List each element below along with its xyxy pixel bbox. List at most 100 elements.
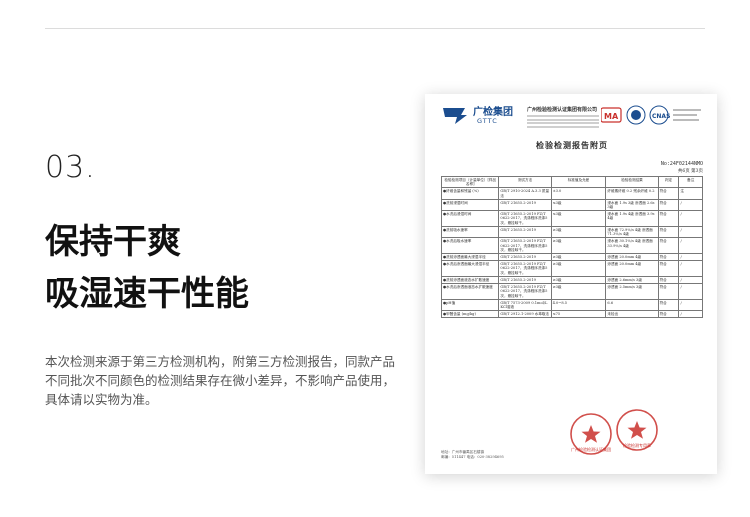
cell-method: GB/T 21655.2-2019 FZ/T 0622-2017，洗涤程序洗涤5… <box>498 210 552 228</box>
report-page: 广检集团 GTTC 广州检验检测认证集团有限公司 MA CNAS 检验检测报告附… <box>440 102 703 319</box>
cell-result: 渗透面 2.6mm/s 3级 <box>605 276 659 285</box>
table-row: ●洗前渗透面液态水扩散速度 GB/T 21655.2-2019 ≥3级 渗透面 … <box>440 276 703 285</box>
cell-standard: ±3.0 <box>550 187 607 200</box>
test-report-image: 广检集团 GTTC 广州检验检测认证集团有限公司 MA CNAS 检验检测报告附… <box>425 94 717 474</box>
table-row: ●pH值 GB/T 7573-2009 0.1mol/L KCl溶液 4.0~8… <box>440 298 703 312</box>
cell-method: GB/T 2912.1-2009 水萃取法 <box>498 310 552 319</box>
cell-method: GB/T 2910-2024 A.3.3 质量法 <box>498 187 552 200</box>
cell-item: ●甲醛含量 (mg/kg) <box>440 310 500 319</box>
gttc-logo-icon <box>443 108 467 124</box>
report-number: No:24F02144NMO <box>660 161 703 167</box>
cell-method: GB/T 21655.2-2019 FZ/T 0622-2017，洗涤程序洗涤5… <box>498 237 552 255</box>
cell-result: 浸水面 1.9s 4级 渗透面 3.9s 4级 <box>605 210 659 228</box>
cell-standard: 4.0~8.5 <box>550 298 607 312</box>
cell-remark: / <box>678 210 703 228</box>
cell-judgement: 符合 <box>657 283 680 300</box>
cell-item: ●洗前浸湿时间 <box>440 198 500 212</box>
cell-remark: / <box>678 276 703 285</box>
col-header-result: 检验检测结果 <box>605 175 659 189</box>
table-row: ●洗前渗透面最大浸湿半径 GB/T 21655.2-2019 ≥3级 渗透面 2… <box>440 253 703 262</box>
section-number: 03. <box>45 150 96 185</box>
org-address-lines <box>527 115 599 128</box>
cell-item: ●水洗后吸水速率 <box>440 237 500 255</box>
report-footer: 地址：广州市番禺区石楼镇 邮编：511447 电话：020-38294695 <box>441 450 504 460</box>
source-note: 本次检测来源于第三方检测机构，附第三方检测报告，同款产品不同批次不同颜色的检测结… <box>45 354 396 407</box>
cell-result: 渗透面 20.0mm 4级 <box>605 253 659 262</box>
cell-judgement: 符合 <box>657 253 680 262</box>
headline-line-2: 吸湿速干性能 <box>45 274 249 314</box>
cell-remark: 注 <box>678 187 703 200</box>
table-row: ●洗前浸湿时间 GB/T 21655.2-2019 ≤3级 浸水面 1.9s 3… <box>440 198 703 212</box>
cell-item: ●纤维含量和残留 (%) <box>440 187 500 200</box>
headline-line-1: 保持干爽 <box>45 222 181 262</box>
cell-method: GB/T 21655.2-2019 FZ/T 0622-2017，洗涤程序洗涤5… <box>498 260 552 278</box>
top-divider <box>45 28 705 29</box>
cell-standard: ≤3级 <box>550 198 607 212</box>
cell-standard: ≤3级 <box>550 210 607 228</box>
table-row: ●甲醛含量 (mg/kg) GB/T 2912.1-2009 水萃取法 ≤75 … <box>440 310 703 319</box>
cell-judgement: 符合 <box>657 187 680 200</box>
svg-text:MA: MA <box>604 112 619 121</box>
cell-standard: ≥3级 <box>550 237 607 255</box>
section-headline: 保持干爽 吸湿速干性能 <box>45 216 249 320</box>
cell-result: 渗透面 20.0mm 4级 <box>605 260 659 278</box>
cell-standard: ≤75 <box>550 310 607 319</box>
cell-standard: ≥3级 <box>550 226 607 239</box>
cell-remark: / <box>678 310 703 319</box>
cell-result: 浸水面 30.1%/s 4级 渗透面 33.9%/s 4级 <box>605 237 659 255</box>
cell-judgement: 符合 <box>657 260 680 278</box>
table-row: ●水洗后浸湿时间 GB/T 21655.2-2019 FZ/T 0622-201… <box>440 210 703 228</box>
cell-result: 未检出 <box>605 310 659 319</box>
cell-judgement: 符合 <box>657 298 680 312</box>
cell-result: 6.6 <box>605 298 659 312</box>
cell-remark: / <box>678 260 703 278</box>
org-name: 广州检验检测认证集团有限公司 <box>527 107 598 113</box>
test-seal-icon: 检验检测专用章 <box>616 409 658 451</box>
official-seal-icon: 广州检验检测认证集团 <box>570 413 612 455</box>
seal-2-text: 检验检测专用章 <box>623 442 651 448</box>
table-row: ●水洗后渗透面最大浸湿半径 GB/T 21655.2-2019 FZ/T 062… <box>440 260 703 278</box>
cell-result: 浸水面 72.9%/s 4级 渗透面 71.3%/s 4级 <box>605 226 659 239</box>
cell-remark: / <box>678 226 703 239</box>
certification-badges-icon: MA CNAS <box>601 105 701 125</box>
col-header-method: 测试方法 <box>498 175 552 189</box>
cell-result: 渗透面 2.5mm/s 3级 <box>605 283 659 300</box>
cell-remark: / <box>678 237 703 255</box>
report-page-info: 共6页 第3页 <box>677 169 703 174</box>
col-header-standard: 标准值及允差 <box>550 175 607 189</box>
svg-text:CNAS: CNAS <box>652 113 670 120</box>
cell-item: ●pH值 <box>440 298 500 312</box>
cell-item: ●水洗后浸湿时间 <box>440 210 500 228</box>
cell-method: GB/T 21655.2-2019 <box>498 276 552 285</box>
cell-judgement: 符合 <box>657 237 680 255</box>
seal-1-text: 广州检验检测认证集团 <box>571 446 611 452</box>
cell-method: GB/T 21655.2-2019 FZ/T 0622-2017，洗涤程序洗涤5… <box>498 283 552 300</box>
cell-method: GB/T 21655.2-2019 <box>498 198 552 212</box>
logo-name-en: GTTC <box>477 117 498 125</box>
table-row: ●洗前吸水速率 GB/T 21655.2-2019 ≥3级 浸水面 72.9%/… <box>440 226 703 239</box>
report-title: 检验检测报告附页 <box>536 141 608 150</box>
cell-judgement: 符合 <box>657 310 680 319</box>
cell-item: ●水洗后渗透面最大浸湿半径 <box>440 260 500 278</box>
report-header: 广检集团 GTTC 广州检验检测认证集团有限公司 MA CNAS <box>441 102 703 132</box>
cell-remark: / <box>678 253 703 262</box>
cell-remark: / <box>678 298 703 312</box>
footer-line: 邮编：511447 电话：020-38294695 <box>441 455 504 459</box>
report-results-table: 检验检测项目（计量单位）[样品名称] 测试方法 标准值及允差 检验检测结果 判定… <box>440 175 703 319</box>
cell-judgement: 符合 <box>657 226 680 239</box>
cell-method: GB/T 7573-2009 0.1mol/L KCl溶液 <box>498 298 552 312</box>
cell-result: 纤维素纤维 0.2 残余纤维 0.2 <box>605 187 659 200</box>
logo-name-cn: 广检集团 <box>473 107 513 118</box>
cell-result: 浸水面 1.9s 3级 渗透面 2.6s 3级 <box>605 198 659 212</box>
cell-standard: ≥3级 <box>550 260 607 278</box>
cell-remark: / <box>678 198 703 212</box>
col-header-remark: 备注 <box>678 175 703 189</box>
table-header-row: 检验检测项目（计量单位）[样品名称] 测试方法 标准值及允差 检验检测结果 判定… <box>440 175 703 189</box>
col-header-judgement: 判定 <box>657 175 680 189</box>
cell-judgement: 符合 <box>657 276 680 285</box>
cell-method: GB/T 21655.2-2019 <box>498 226 552 239</box>
cell-standard: ≥3级 <box>550 283 607 300</box>
table-row: ●水洗后渗透面液态水扩散速度 GB/T 21655.2-2019 FZ/T 06… <box>440 283 703 300</box>
table-row: ●纤维含量和残留 (%) GB/T 2910-2024 A.3.3 质量法 ±3… <box>440 187 703 200</box>
cell-method: GB/T 21655.2-2019 <box>498 253 552 262</box>
